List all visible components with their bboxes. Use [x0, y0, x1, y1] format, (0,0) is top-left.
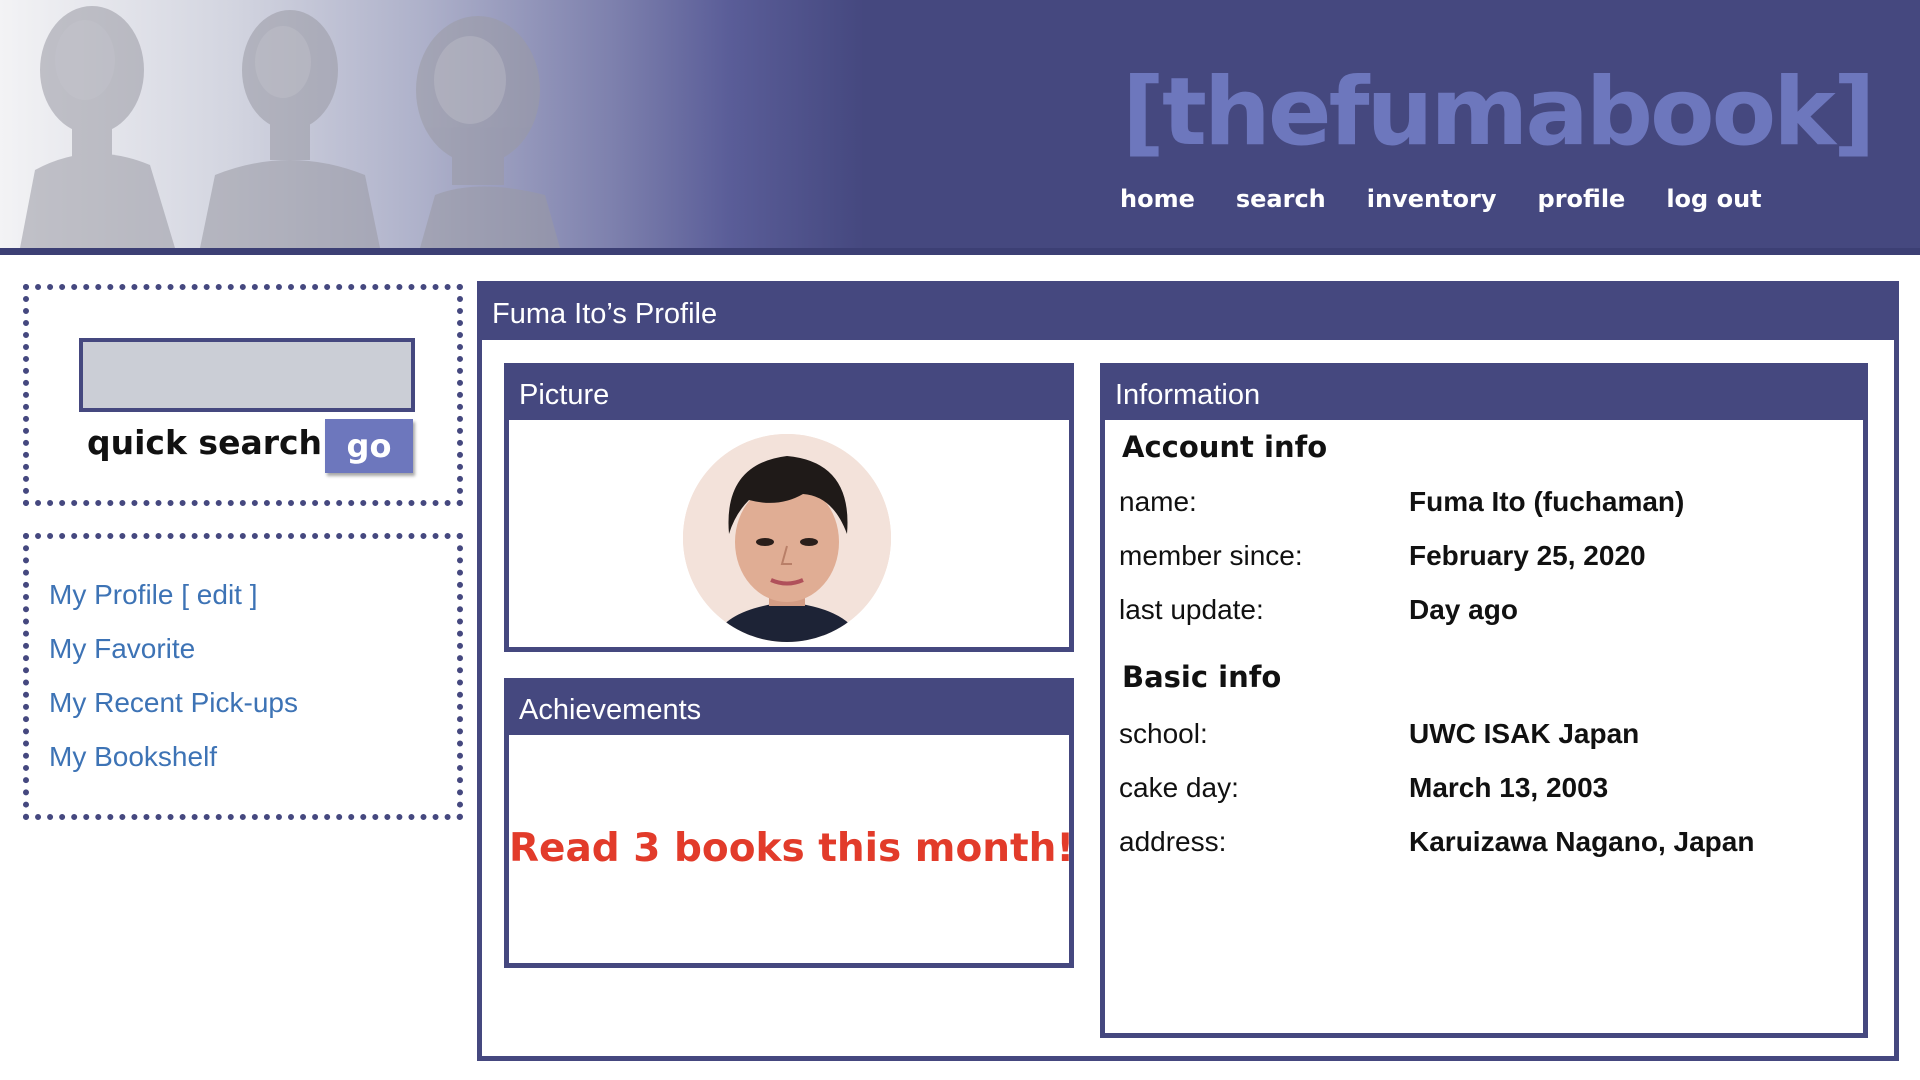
profile-avatar[interactable]	[683, 434, 891, 642]
info-value-school: UWC ISAK Japan	[1409, 718, 1640, 749]
info-label-name: name:	[1119, 486, 1197, 517]
account-info-title: Account info	[1122, 430, 1328, 464]
achievement-message: Read 3 books this month!	[509, 826, 1075, 871]
quick-search-box: quick search go	[23, 284, 463, 506]
sidebar-link-my-bookshelf[interactable]: My Bookshelf	[49, 741, 217, 773]
achievements-card: Achievements Read 3 books this month!	[504, 678, 1074, 968]
sidebar-link-my-profile[interactable]: My Profile [ edit ]	[49, 579, 258, 611]
quick-search-input[interactable]	[79, 338, 415, 412]
sidebar-link-my-recent-pick-ups[interactable]: My Recent Pick-ups	[49, 687, 298, 719]
info-label-school: school:	[1119, 718, 1208, 749]
info-value-address: Karuizawa Nagano, Japan	[1409, 826, 1755, 857]
info-value-name: Fuma Ito (fuchaman)	[1409, 486, 1685, 517]
nav-profile[interactable]: profile	[1538, 185, 1626, 213]
picture-card: Picture	[504, 363, 1074, 652]
avatar-portrait-image	[683, 434, 891, 642]
information-card-title: Information	[1105, 368, 1863, 420]
info-label-address: address:	[1119, 826, 1227, 857]
info-value-member-since: February 25, 2020	[1409, 540, 1646, 571]
info-value-cake-day: March 13, 2003	[1409, 772, 1609, 803]
nav-search[interactable]: search	[1236, 185, 1326, 213]
nav-log-out[interactable]: log out	[1666, 185, 1761, 213]
go-button[interactable]: go	[325, 419, 413, 473]
info-label-member-since: member since:	[1119, 540, 1303, 571]
banner-portraits-image	[20, 6, 560, 248]
profile-panel: Fuma Ito’s Profile Picture Achievements …	[477, 281, 1899, 1061]
profile-title: Fuma Ito’s Profile	[482, 286, 1894, 340]
sidebar-link-my-favorite[interactable]: My Favorite	[49, 633, 195, 665]
main-nav: home search inventory profile log out	[1120, 185, 1803, 213]
info-value-last-update: Day ago	[1409, 594, 1518, 625]
basic-info-title: Basic info	[1122, 660, 1282, 694]
sidebar-links: My Profile [ edit ] My Favorite My Recen…	[23, 533, 463, 820]
achievements-card-title: Achievements	[509, 683, 1069, 735]
quick-search-label: quick search	[87, 423, 323, 462]
header-banner: [thefumabook] home search inventory prof…	[0, 0, 1920, 255]
info-label-cake-day: cake day:	[1119, 772, 1239, 803]
information-card: Information Account info name: Fuma Ito …	[1100, 363, 1868, 1038]
site-logo[interactable]: [thefumabook]	[1122, 58, 1876, 167]
nav-home[interactable]: home	[1120, 185, 1195, 213]
nav-inventory[interactable]: inventory	[1367, 185, 1497, 213]
picture-card-title: Picture	[509, 368, 1069, 420]
info-label-last-update: last update:	[1119, 594, 1264, 625]
